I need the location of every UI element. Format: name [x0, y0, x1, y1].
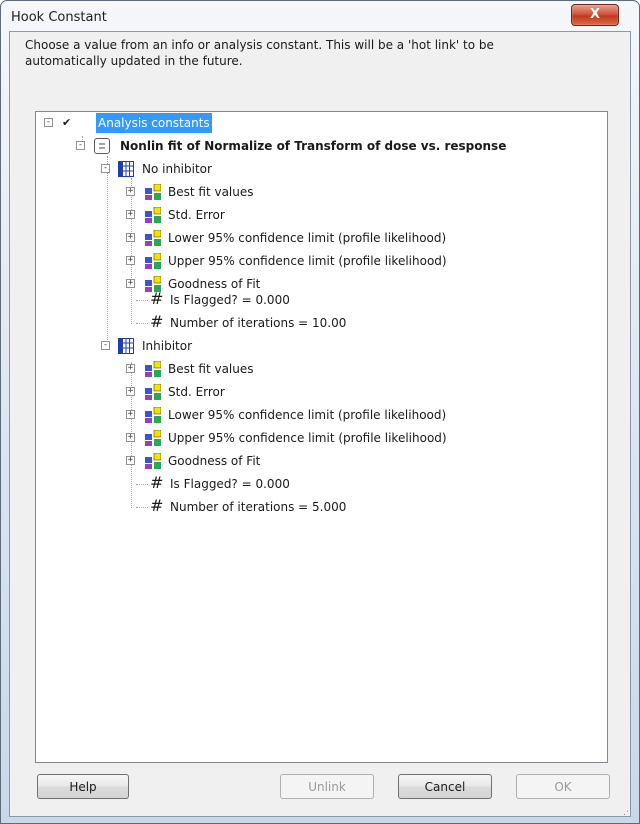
tree-node-data-table[interactable]: - Inhibitor	[36, 336, 596, 356]
constants-tree[interactable]: - ✔ Analysis constants - Nonlin fit of N…	[35, 111, 608, 763]
data-table-icon	[118, 161, 134, 183]
tree-node-label: Number of iterations = 5.000	[170, 500, 347, 514]
instruction-text: Choose a value from an info or analysis …	[25, 38, 494, 68]
tree-node-result[interactable]: + Std. Error	[36, 205, 596, 225]
tree-node-label: Std. Error	[168, 385, 225, 399]
expand-icon[interactable]: +	[126, 279, 135, 288]
collapse-icon[interactable]: -	[101, 341, 110, 350]
expand-icon[interactable]: +	[126, 187, 135, 196]
tree-node-label: Lower 95% confidence limit (profile like…	[168, 231, 447, 245]
tree-node-value[interactable]: # Number of iterations = 10.00	[36, 312, 596, 333]
help-button[interactable]: Help	[37, 774, 129, 799]
tree-node-result[interactable]: + Goodness of Fit	[36, 451, 596, 471]
tree-node-label: Analysis constants	[96, 113, 212, 133]
expand-icon[interactable]: +	[126, 256, 135, 265]
tree-node-value[interactable]: # Is Flagged? = 0.000	[36, 289, 596, 310]
ok-button[interactable]: OK	[516, 774, 610, 799]
expand-icon[interactable]: +	[126, 387, 135, 396]
expand-icon[interactable]: +	[126, 210, 135, 219]
results-icon	[145, 383, 162, 406]
tree-node-label: Best fit values	[168, 362, 254, 376]
tree-node-root[interactable]: - ✔ Analysis constants	[36, 113, 596, 133]
window-title: Hook Constant	[11, 10, 107, 25]
tree-node-label: Lower 95% confidence limit (profile like…	[168, 408, 447, 422]
expand-icon[interactable]: +	[126, 456, 135, 465]
tree-node-label: Goodness of Fit	[168, 454, 261, 468]
tree-node-result[interactable]: + Best fit values	[36, 359, 596, 379]
hash-icon: #	[150, 496, 164, 515]
analysis-icon	[94, 138, 110, 154]
tree-node-result[interactable]: + Upper 95% confidence limit (profile li…	[36, 251, 596, 271]
tree-node-label: Upper 95% confidence limit (profile like…	[168, 254, 447, 268]
tree-node-label: Nonlin fit of Normalize of Transform of …	[120, 139, 507, 153]
close-icon: X	[589, 7, 601, 22]
tree-node-result[interactable]: + Best fit values	[36, 182, 596, 202]
tree-node-result[interactable]: + Std. Error	[36, 382, 596, 402]
tree-node-label: Best fit values	[168, 185, 254, 199]
unlink-button[interactable]: Unlink	[280, 774, 374, 799]
tree-node-label: Upper 95% confidence limit (profile like…	[168, 431, 447, 445]
collapse-icon[interactable]: -	[101, 164, 110, 173]
close-button[interactable]: X	[571, 4, 619, 26]
cancel-button[interactable]: Cancel	[398, 774, 492, 799]
expand-icon[interactable]: +	[126, 433, 135, 442]
results-icon	[145, 452, 162, 475]
collapse-icon[interactable]: -	[44, 118, 53, 127]
tree-node-label: Number of iterations = 10.00	[170, 316, 347, 330]
tree-node-label: Inhibitor	[142, 339, 193, 353]
tree-node-value[interactable]: # Is Flagged? = 0.000	[36, 473, 596, 494]
chevron-down-icon: ✔	[62, 116, 72, 129]
tree-node-label: Is Flagged? = 0.000	[170, 293, 290, 307]
tree-node-label: Std. Error	[168, 208, 225, 222]
hook-constant-dialog: Hook Constant X Choose a value from an i…	[0, 0, 640, 824]
tree-node-result[interactable]: + Lower 95% confidence limit (profile li…	[36, 228, 596, 248]
results-icon	[145, 252, 162, 275]
results-icon	[145, 429, 162, 452]
results-icon	[145, 229, 162, 252]
tree-node-data-table[interactable]: - No inhibitor	[36, 159, 596, 179]
tree-node-result[interactable]: + Upper 95% confidence limit (profile li…	[36, 428, 596, 448]
hash-icon: #	[150, 312, 164, 331]
results-icon	[145, 406, 162, 429]
hash-icon: #	[150, 473, 164, 492]
expand-icon[interactable]: +	[126, 364, 135, 373]
tree-node-label: Is Flagged? = 0.000	[170, 477, 290, 491]
hash-icon: #	[150, 289, 164, 308]
results-icon	[145, 183, 162, 206]
expand-icon[interactable]: +	[126, 233, 135, 242]
expand-icon[interactable]: +	[126, 410, 135, 419]
data-table-icon	[118, 338, 134, 360]
tree-node-value[interactable]: # Number of iterations = 5.000	[36, 496, 596, 517]
results-icon	[145, 206, 162, 229]
resize-grip-icon[interactable]: ⋰	[623, 807, 632, 817]
tree-node-result[interactable]: + Lower 95% confidence limit (profile li…	[36, 405, 596, 425]
results-icon	[145, 360, 162, 383]
collapse-icon[interactable]: -	[76, 141, 85, 150]
tree-node-analysis[interactable]: - Nonlin fit of Normalize of Transform o…	[36, 136, 596, 156]
tree-node-label: No inhibitor	[142, 162, 212, 176]
